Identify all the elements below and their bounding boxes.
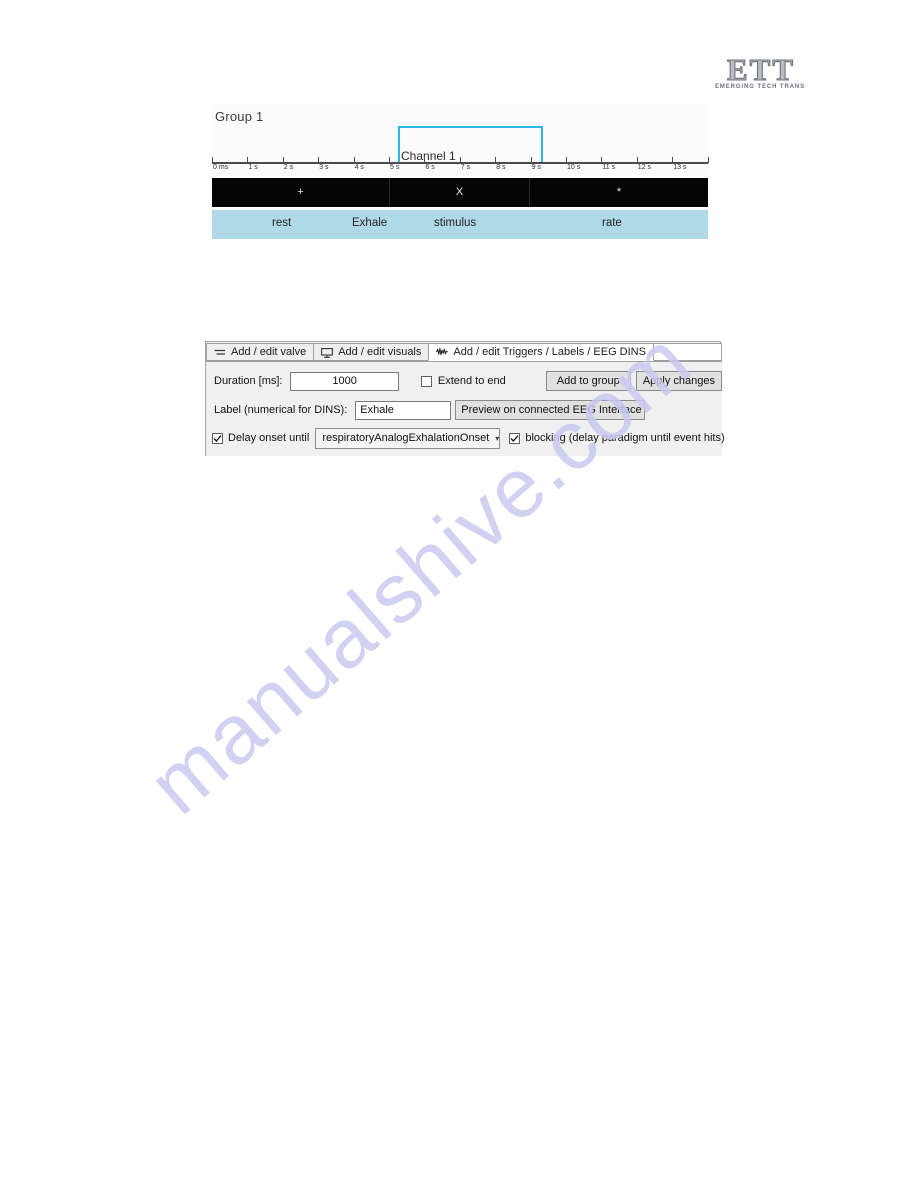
timeline-tick-label: 11 s	[602, 164, 616, 171]
monitor-icon	[321, 347, 334, 358]
timeline-tick	[636, 157, 638, 163]
trigger-label[interactable]: stimulus	[434, 217, 476, 229]
dins-label-input[interactable]: Exhale	[355, 400, 452, 420]
timeline-tick-label: 10 s	[567, 164, 581, 171]
timeline-tick	[566, 157, 567, 163]
visual-segment[interactable]: +	[212, 178, 390, 207]
editor-tabstrip: Add / edit valve Add / edit visuals Add / …	[206, 342, 722, 361]
waveform-icon	[436, 347, 449, 358]
blocking-label: blocking (delay paradigm until event hit…	[525, 432, 725, 444]
logo-tagline: EMERGING TECH TRANS	[714, 84, 806, 90]
chevron-down-icon: ▾	[495, 433, 500, 443]
paradigm-timeline-figure: Group 1 Channel 1 0 ms 1 s 2 s 3 s 4 s 5 s 6 s…	[212, 104, 709, 239]
timeline-tick	[389, 157, 390, 163]
trigger-label[interactable]: rest	[272, 217, 291, 229]
timeline-tick	[353, 157, 355, 163]
logo-letter-t1: T	[749, 52, 771, 87]
editor-panel-body: Duration [ms]: 1000 Extend to end Add to…	[206, 361, 725, 456]
timeline-tick-label: 12 s	[637, 164, 652, 171]
label-row: Label (numerical for DINS): Exhale Previ…	[206, 398, 722, 422]
timeline-tick-label: 7 s	[460, 164, 471, 171]
timeline-tick-label: 0 ms	[213, 164, 229, 171]
tab-label: Add / edit Triggers / Labels / EEG DINS	[453, 346, 646, 358]
timeline-tick	[530, 157, 532, 163]
tab-label: Add / edit visuals	[338, 346, 422, 358]
logo-letter-e: E	[726, 52, 748, 87]
lines-icon	[214, 347, 226, 358]
duration-label: Duration [ms]:	[214, 375, 283, 387]
extend-to-end-checkbox[interactable]	[420, 375, 432, 387]
logo-letters: E T T	[710, 52, 810, 87]
tabstrip-empty-area	[652, 343, 722, 361]
paradigm-editor-panel: Add / edit valve Add / edit visuals Add / …	[205, 341, 725, 456]
delay-onset-row: Delay onset until respiratoryAnalogExhal…	[206, 426, 725, 450]
timeline-tick	[672, 157, 674, 163]
ett-logo: E T T EMERGING TECH TRANS	[710, 52, 810, 95]
extend-to-end-label: Extend to end	[437, 375, 506, 387]
timeline-tick-label: 8 s	[496, 164, 506, 171]
delay-onset-checkbox[interactable]	[212, 432, 223, 444]
logo-letter-t2: T	[772, 52, 794, 87]
visual-stimulus-bar: + X *	[212, 178, 708, 207]
tab-3[interactable]: Add / edit Triggers / Labels / EEG DINS	[428, 343, 654, 361]
timeline-tick	[495, 157, 497, 163]
timeline-tick-label: 6 s	[425, 164, 435, 171]
trigger-label-bar: rest Exhale stimulus rate	[212, 210, 708, 239]
delay-onset-selected-value: respiratoryAnalogExhalationOnset	[322, 432, 490, 444]
trigger-label[interactable]: Exhale	[352, 217, 387, 229]
timeline-group-label: Group 1	[215, 109, 264, 124]
preview-eeg-button[interactable]: Preview on connected EEG Interface	[455, 400, 646, 420]
tab-1[interactable]: Add / edit valve	[206, 343, 315, 361]
timeline-tick-label: 5 s	[390, 164, 400, 171]
timeline-tick-label: 2 s	[283, 164, 294, 171]
visual-segment-symbol: +	[297, 186, 304, 198]
timeline-plot-area: Group 1 Channel 1 0 ms 1 s 2 s 3 s 4 s 5 s 6 s…	[212, 104, 709, 176]
channel-1-label: Channel 1	[401, 149, 456, 163]
timeline-tick	[212, 157, 213, 163]
timeline-tick	[318, 157, 320, 163]
tab-label: Add / edit valve	[231, 346, 307, 358]
visual-segment[interactable]: *	[530, 178, 708, 207]
timeline-tick-label: 4 s	[354, 164, 364, 171]
timeline-tick	[282, 157, 284, 163]
apply-changes-button[interactable]: Apply changes	[635, 371, 722, 391]
timeline-tick-label: 3 s	[319, 164, 329, 171]
duration-input[interactable]: 1000	[290, 371, 399, 391]
timeline-tick	[459, 157, 461, 163]
trigger-label[interactable]: rate	[602, 217, 622, 229]
timeline-tick	[424, 157, 426, 163]
blocking-checkbox[interactable]	[509, 432, 521, 444]
timeline-tick-label: 9 s	[531, 164, 541, 171]
dins-label-caption: Label (numerical for DINS):	[214, 404, 348, 416]
delay-onset-label: Delay onset until	[228, 432, 310, 444]
timeline-tick-label: 1 s	[248, 164, 258, 171]
delay-onset-dropdown[interactable]: respiratoryAnalogExhalationOnset ▾	[315, 427, 501, 449]
visual-segment-symbol: *	[616, 186, 622, 198]
visual-segment-symbol: X	[455, 186, 464, 198]
timeline-tick	[247, 157, 249, 163]
add-to-group-button[interactable]: Add to group	[545, 371, 631, 391]
tab-2[interactable]: Add / edit visuals	[313, 343, 430, 361]
duration-row: Duration [ms]: 1000 Extend to end Add to…	[206, 369, 722, 393]
timeline-tick	[707, 157, 709, 163]
timeline-tick	[601, 157, 603, 163]
visual-segment[interactable]: X	[390, 178, 530, 207]
timeline-tick-label: 13 s	[673, 164, 687, 171]
